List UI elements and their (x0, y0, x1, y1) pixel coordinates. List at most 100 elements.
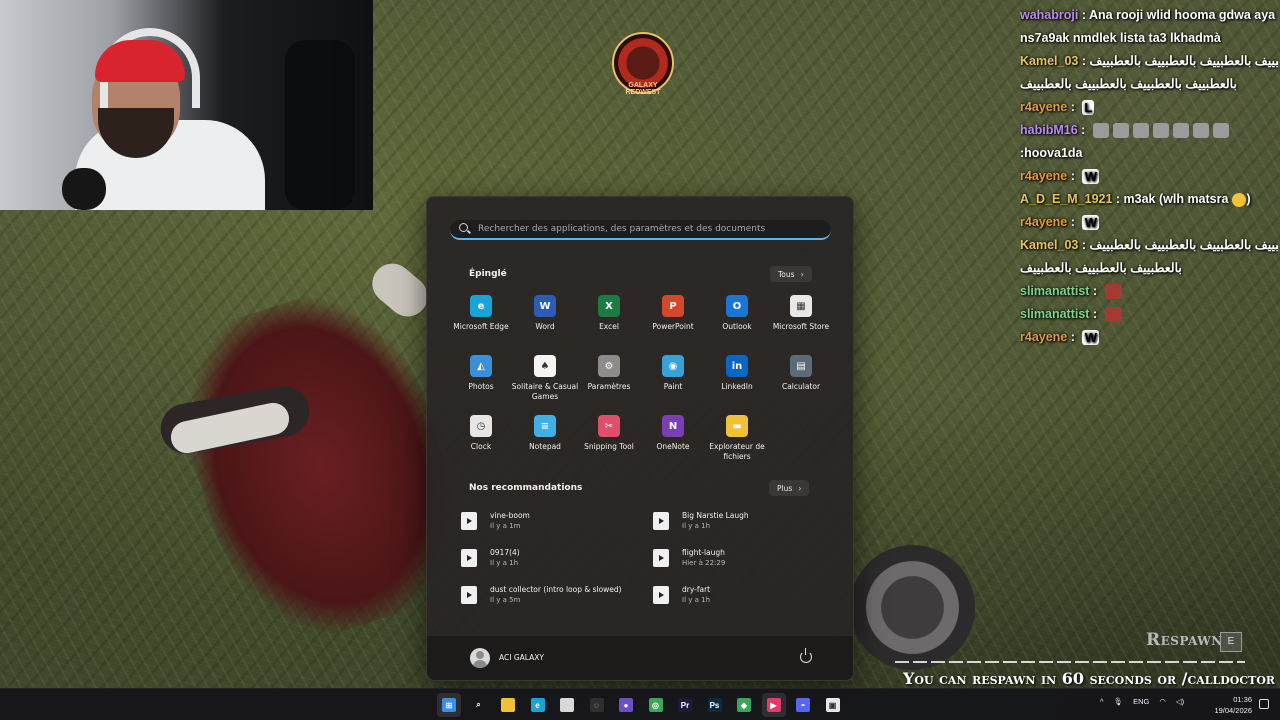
app-icon-3-glyph: ◆ (737, 698, 751, 712)
chrome-icon[interactable]: ◎ (644, 693, 668, 717)
app-label: Excel (599, 322, 619, 331)
user-name[interactable]: ACI GALAXY (499, 653, 544, 662)
recommendation-item[interactable]: Big Narstie Laugh Il y a 1h (653, 510, 821, 532)
chat-message: A_D_E_M_1921 : m3ak (wlh matsra) (1020, 192, 1251, 207)
paint-icon: ◉ (662, 355, 684, 377)
app-icon-3[interactable]: ◆ (732, 693, 756, 717)
microphone-icon[interactable]: 🎙︎ (1114, 697, 1124, 706)
chat-text: m3ak (wlh matsra (1123, 192, 1229, 206)
pinned-app-notepad[interactable]: ≡ Notepad (513, 415, 577, 463)
onenote-icon: N (662, 415, 684, 437)
more-label: Plus (777, 483, 793, 493)
media-file-icon (461, 549, 477, 567)
recommendation-name: flight-laugh (682, 548, 725, 557)
pinned-app-clock[interactable]: ◷ Clock (449, 415, 513, 463)
emote-icon (1112, 123, 1129, 139)
chevron-right-icon: › (800, 269, 804, 279)
all-apps-button[interactable]: Tous › (770, 266, 812, 282)
clock-date: 19/04/2026 (1214, 706, 1252, 715)
file-explorer-icon[interactable] (496, 693, 520, 717)
recommendation-item[interactable]: vine-boom Il y a 1m (461, 510, 653, 532)
more-button[interactable]: Plus › (769, 480, 810, 496)
pinned-app-powerpoint[interactable]: P PowerPoint (641, 295, 705, 343)
calculator-icon: ▤ (790, 355, 812, 377)
pinned-app-paint[interactable]: ◉ Paint (641, 355, 705, 403)
settings-icon: ⚙ (598, 355, 620, 377)
media-file-icon (461, 586, 477, 604)
recommendation-time: Il y a 5m (490, 596, 521, 604)
pinned-app-photos[interactable]: ◭ Photos (449, 355, 513, 403)
start-button[interactable]: ⊞ (437, 693, 461, 717)
search-icon[interactable]: ⌕ (467, 693, 491, 717)
notification-icon[interactable] (1259, 699, 1269, 709)
chat-text: ns7a9ak nmdlek lista ta3 lkhadmà (1020, 31, 1221, 45)
volume-icon[interactable]: ◁) (1176, 697, 1184, 706)
recommendation-item[interactable]: flight-laugh Hier à 22:29 (653, 547, 821, 569)
recommendation-item[interactable]: dry-fart Il y a 1h (653, 584, 821, 606)
pinned-app-onenote[interactable]: N OneNote (641, 415, 705, 463)
photos-icon: ◭ (470, 355, 492, 377)
wifi-icon[interactable]: ◠ (1159, 697, 1166, 706)
recommendation-time: Il y a 1h (490, 559, 519, 567)
pinned-app-outlook[interactable]: O Outlook (705, 295, 769, 343)
search-icon (459, 223, 471, 235)
emote-icon (1232, 192, 1247, 207)
pinned-app-store[interactable]: ▦ Microsoft Store (769, 295, 833, 343)
file-explorer-icon: ▬ (726, 415, 748, 437)
pinned-app-excel[interactable]: X Excel (577, 295, 641, 343)
chat-username: wahabroji (1020, 8, 1079, 22)
app-label: LinkedIn (721, 382, 753, 391)
recommendation-item[interactable]: dust collector (intro loop & slowed) Il y… (461, 584, 653, 606)
recommendation-time: Il y a 1h (682, 522, 711, 530)
clock-time: 01:36 (1233, 695, 1252, 704)
pinned-app-edge[interactable]: e Microsoft Edge (449, 295, 513, 343)
discord-icon-glyph: ◓ (796, 698, 810, 712)
emote-icon (1104, 284, 1122, 300)
pinned-app-file-explorer[interactable]: ▬ Explorateur de fichiers (705, 415, 769, 463)
photoshop-icon[interactable]: Ps (703, 693, 727, 717)
app-icon-4[interactable]: ▣ (821, 693, 845, 717)
edge-icon[interactable]: e (526, 693, 550, 717)
start-search-input[interactable] (478, 224, 831, 234)
media-player-icon[interactable]: ▶ (761, 693, 786, 717)
chat-username: A_D_E_M_1921 (1020, 192, 1113, 206)
taskbar-clock[interactable]: 01:36 19/04/2026 (1204, 694, 1252, 716)
app-label: PowerPoint (652, 322, 694, 331)
system-tray: ^ 🎙︎ ENG ◠ ◁) (1100, 697, 1184, 706)
recommendation-name: dry-fart (682, 585, 711, 594)
chat-text: Ana rooji wlid hooma gdwa aya (1089, 8, 1276, 22)
power-icon[interactable] (800, 648, 812, 663)
app-label: Microsoft Store (772, 322, 830, 331)
photoshop-icon-glyph: Ps (707, 698, 722, 712)
pinned-app-linkedin[interactable]: in LinkedIn (705, 355, 769, 403)
app-icon-2[interactable]: ● (614, 693, 638, 717)
pinned-app-solitaire[interactable]: ♠ Solitaire & Casual Games (512, 355, 578, 403)
start-menu-footer: ACI GALAXY (427, 635, 853, 680)
app-icon-1[interactable]: ◌ (585, 693, 609, 717)
pinned-app-calculator[interactable]: ▤ Calculator (769, 355, 833, 403)
app-icon-1-glyph: ◌ (589, 698, 604, 712)
premiere-icon[interactable]: Pr (673, 693, 697, 717)
app-icon-4-glyph: ▣ (825, 698, 840, 712)
word-icon: W (534, 295, 556, 317)
chat-message: r4ayene : W (1020, 326, 1278, 349)
app-label: Notepad (529, 442, 561, 451)
recommendation-item[interactable]: 0917(4) Il y a 1h (461, 547, 653, 569)
user-avatar[interactable] (470, 648, 490, 668)
chat-username: r4ayene (1020, 100, 1068, 114)
chat-username: Kamel_03 (1020, 54, 1079, 68)
pinned-app-snipping-tool[interactable]: ✂ Snipping Tool (577, 415, 641, 463)
discord-icon[interactable]: ◓ (791, 693, 815, 717)
chat-username: r4ayene (1020, 330, 1068, 344)
pinned-apps-grid: e Microsoft Edge W Word X Excel P PowerPoint O Ou… (449, 295, 833, 463)
start-search-box[interactable] (450, 220, 831, 240)
media-player-icon-glyph: ▶ (766, 698, 781, 712)
app-label: OneNote (656, 442, 690, 451)
recommendation-time: Il y a 1m (490, 522, 521, 530)
store-icon[interactable] (555, 693, 579, 717)
chevron-up-icon[interactable]: ^ (1100, 697, 1104, 706)
chat-text: بالعطبييف بالعطبييف بالعطبييف بالعطبييف (1089, 238, 1278, 252)
language-indicator[interactable]: ENG (1133, 697, 1149, 706)
pinned-app-settings[interactable]: ⚙ Paramètres (577, 355, 641, 403)
pinned-app-word[interactable]: W Word (513, 295, 577, 343)
